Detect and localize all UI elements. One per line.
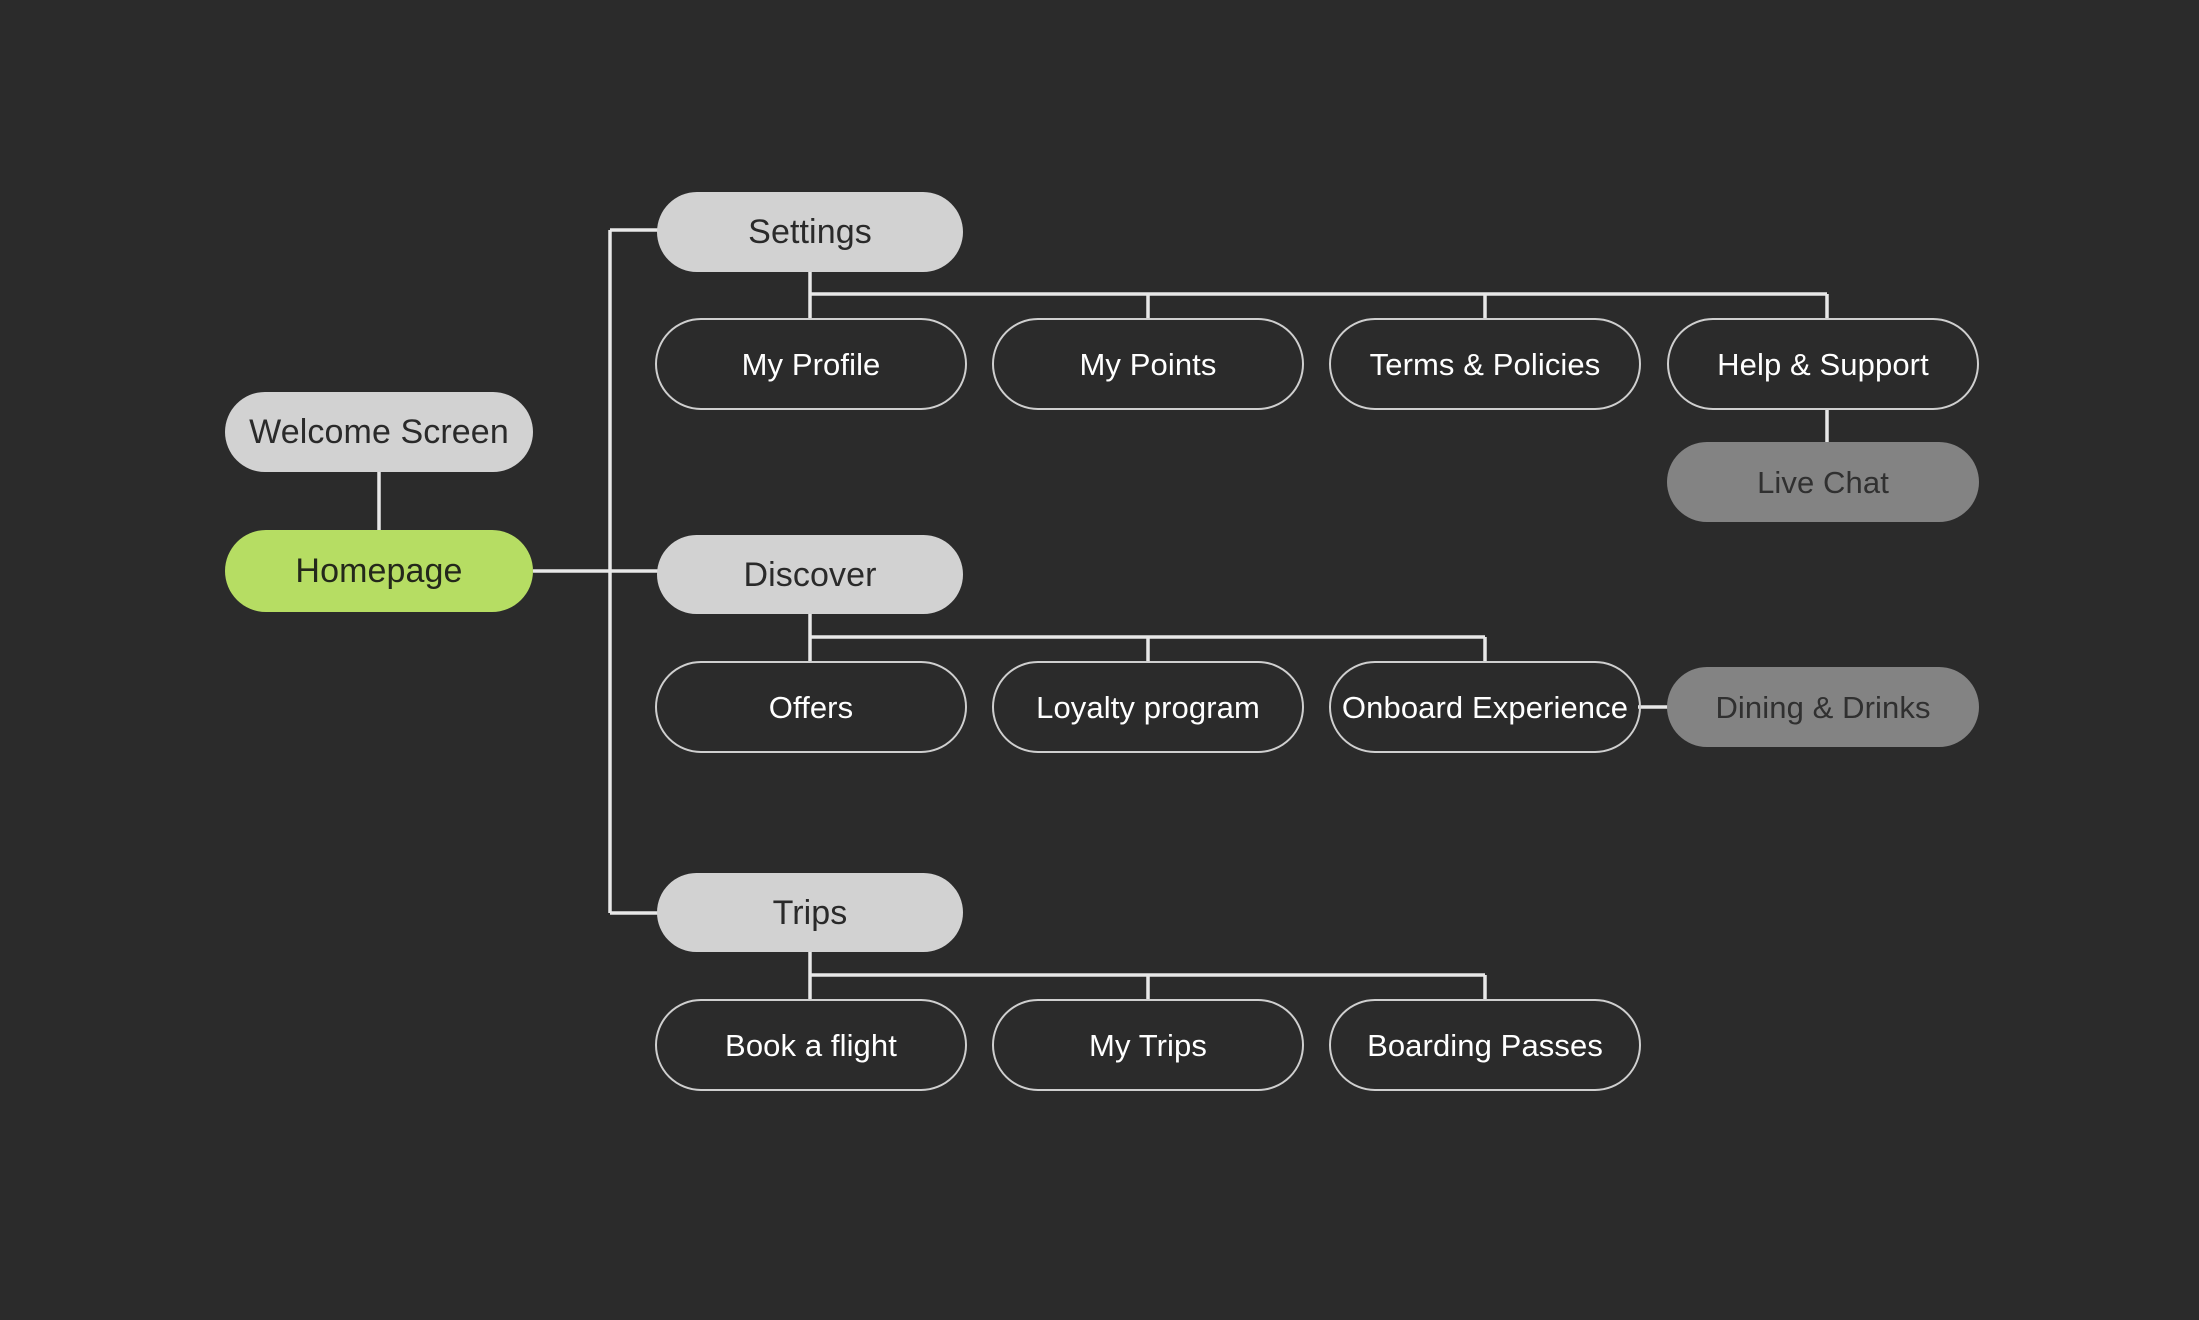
node-discover[interactable]: Discover	[657, 535, 963, 614]
node-my-profile[interactable]: My Profile	[655, 318, 967, 410]
connector-lines	[377, 228, 1829, 999]
node-discover-label: Discover	[743, 555, 877, 594]
node-my-trips-label: My Trips	[1089, 1027, 1207, 1063]
node-live-chat-label: Live Chat	[1757, 464, 1889, 500]
node-offers-label: Offers	[768, 689, 854, 725]
node-welcome-screen-label: Welcome Screen	[249, 413, 509, 451]
node-settings-label: Settings	[748, 213, 872, 251]
node-help-support-label: Help & Support	[1717, 346, 1929, 382]
node-terms-policies[interactable]: Terms & Policies	[1329, 318, 1641, 410]
node-live-chat[interactable]: Live Chat	[1667, 442, 1979, 522]
node-book-a-flight[interactable]: Book a flight	[655, 999, 967, 1091]
sitemap-diagram-canvas: Welcome Screen Homepage Settings My Prof…	[0, 0, 2199, 1320]
node-dining-drinks-label: Dining & Drinks	[1715, 689, 1931, 725]
node-help-support[interactable]: Help & Support	[1667, 318, 1979, 410]
node-book-a-flight-label: Book a flight	[725, 1027, 897, 1063]
node-my-profile-label: My Profile	[741, 346, 881, 382]
node-my-points-label: My Points	[1079, 346, 1217, 382]
node-boarding-passes[interactable]: Boarding Passes	[1329, 999, 1641, 1091]
node-homepage-label: Homepage	[295, 552, 463, 590]
node-trips[interactable]: Trips	[657, 873, 963, 952]
node-homepage[interactable]: Homepage	[225, 530, 533, 612]
node-dining-drinks[interactable]: Dining & Drinks	[1667, 667, 1979, 747]
node-my-points[interactable]: My Points	[992, 318, 1304, 410]
node-welcome-screen[interactable]: Welcome Screen	[225, 392, 533, 472]
node-onboard-experience[interactable]: Onboard Experience	[1329, 661, 1641, 753]
node-terms-policies-label: Terms & Policies	[1369, 346, 1601, 382]
node-settings[interactable]: Settings	[657, 192, 963, 272]
node-offers[interactable]: Offers	[655, 661, 967, 753]
node-trips-label: Trips	[772, 893, 848, 932]
node-loyalty-program-label: Loyalty program	[1036, 689, 1260, 725]
node-onboard-experience-label: Onboard Experience	[1341, 689, 1629, 725]
node-loyalty-program[interactable]: Loyalty program	[992, 661, 1304, 753]
node-my-trips[interactable]: My Trips	[992, 999, 1304, 1091]
node-boarding-passes-label: Boarding Passes	[1367, 1027, 1603, 1063]
